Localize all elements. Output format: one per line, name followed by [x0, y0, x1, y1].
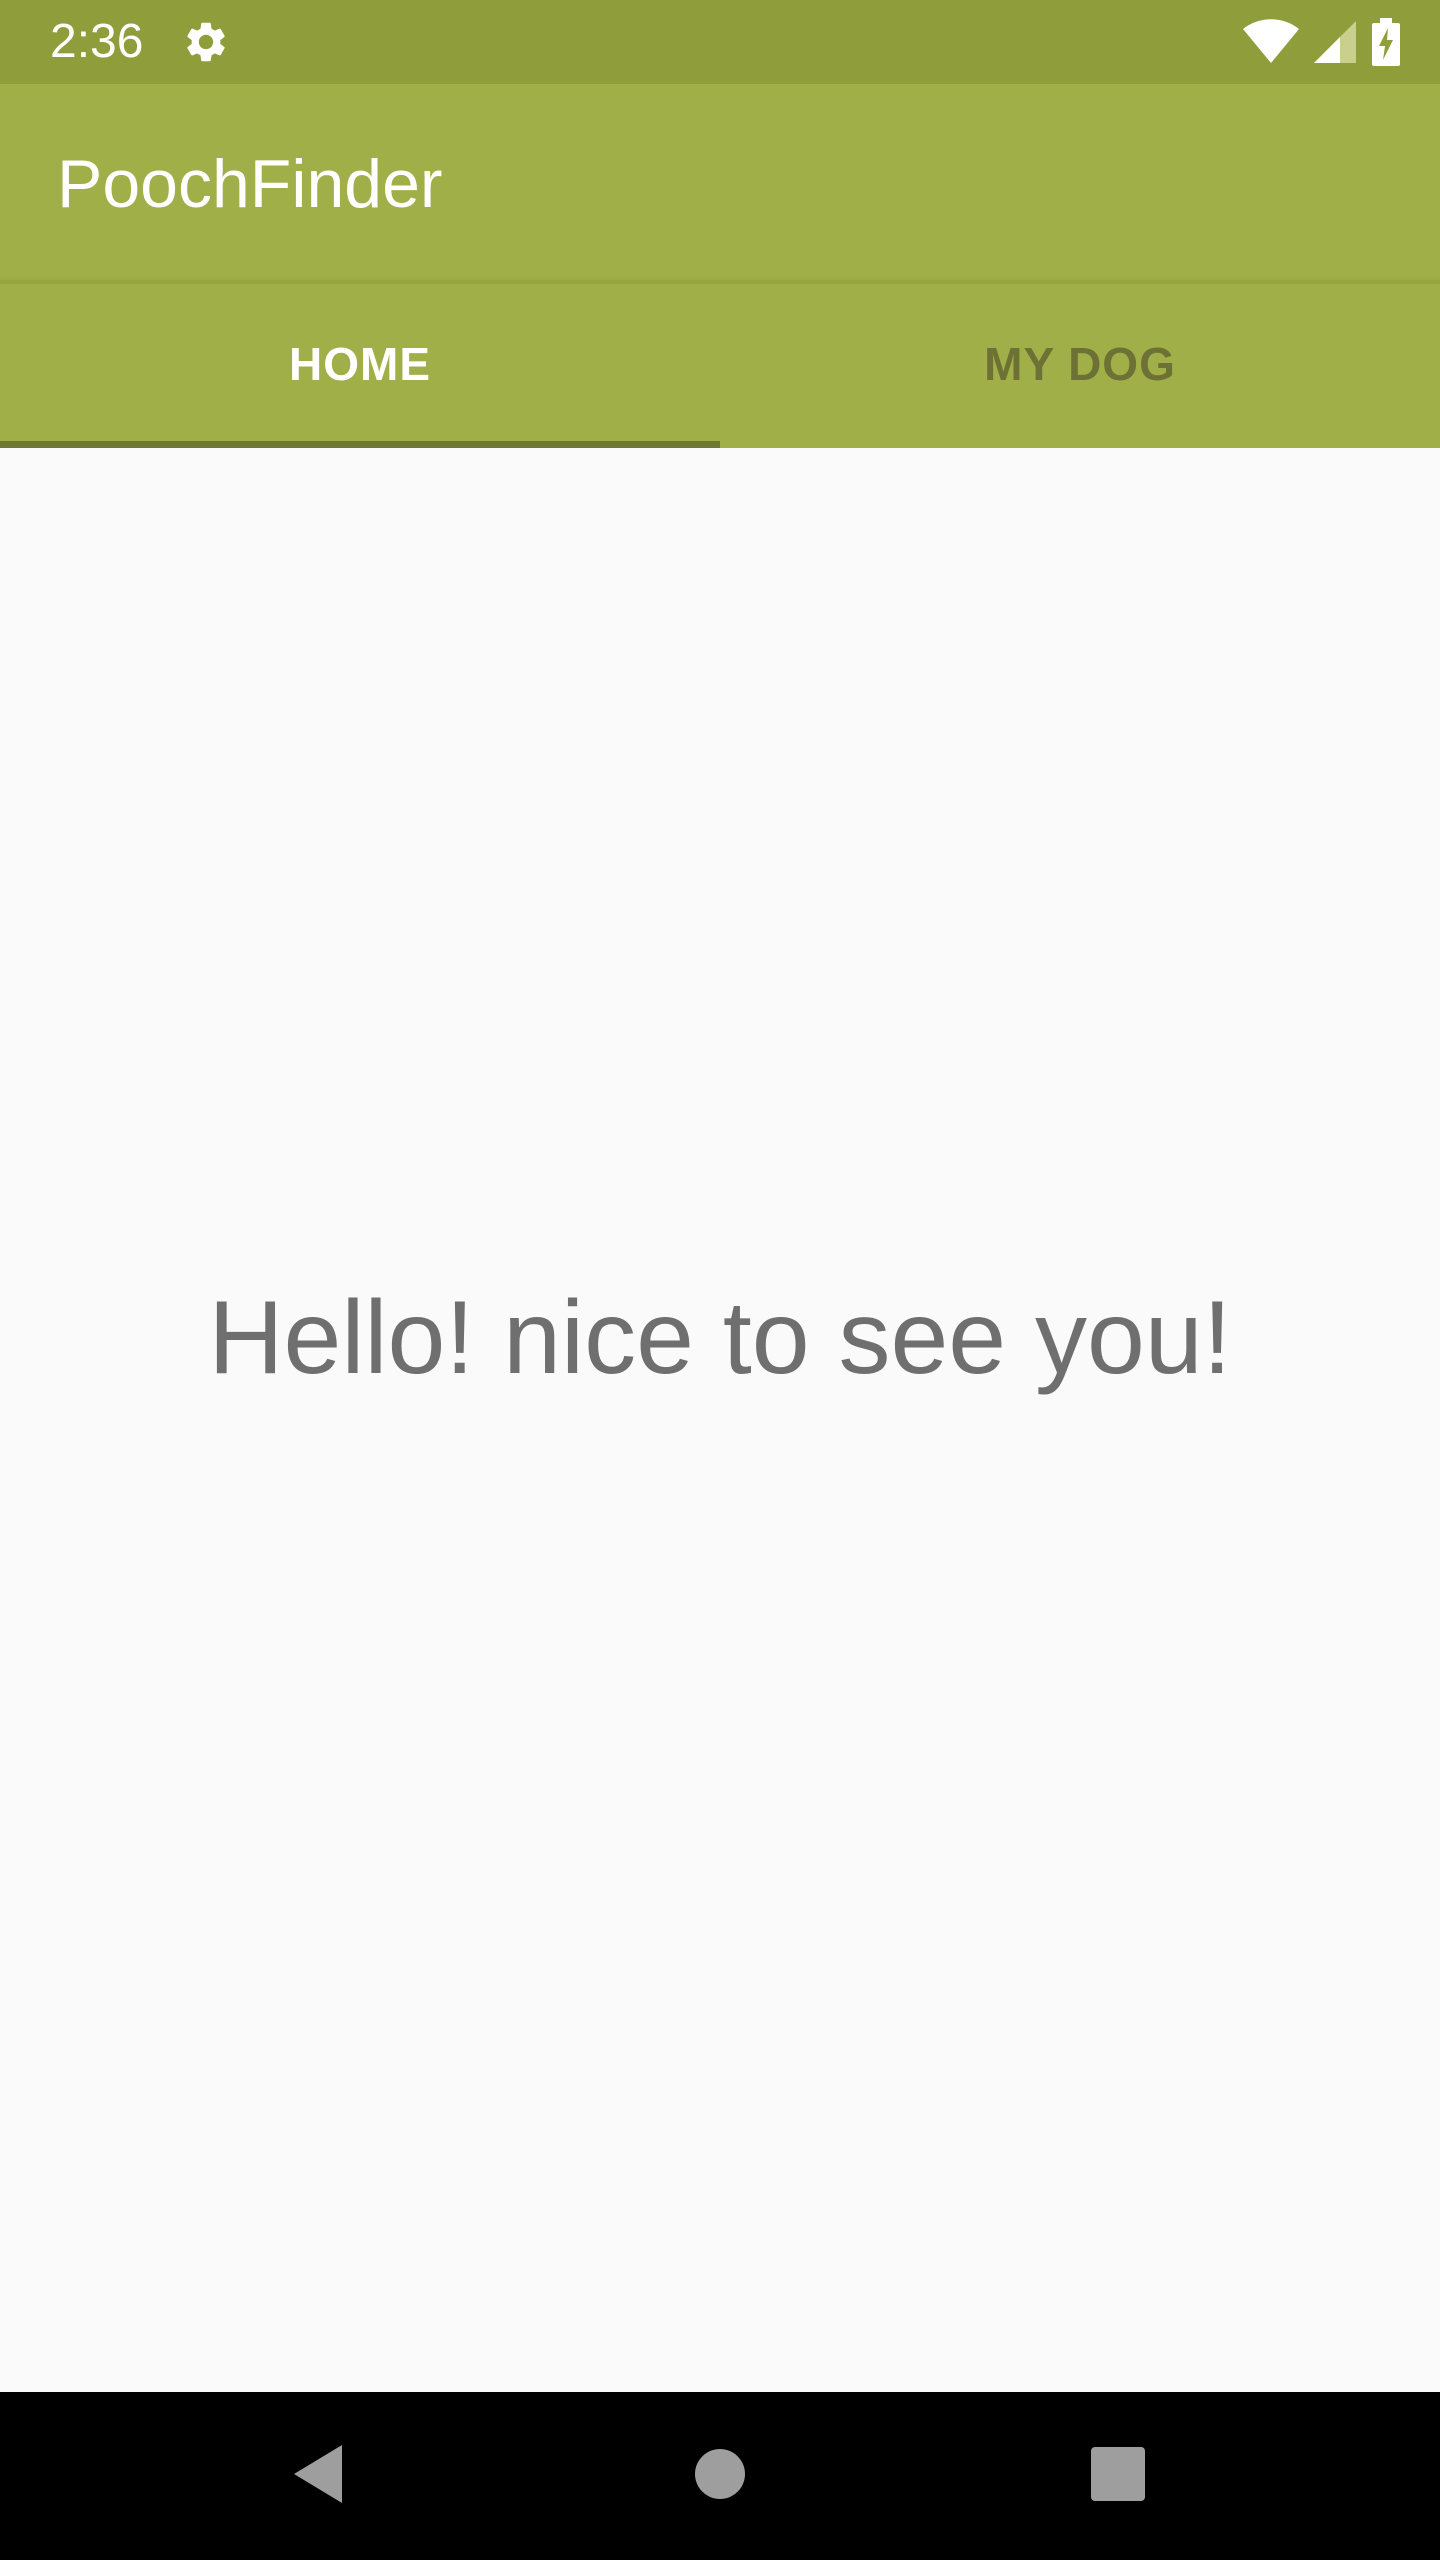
- tab-my-dog[interactable]: MY DOG: [720, 280, 1440, 448]
- app-title: PoochFinder: [57, 146, 443, 222]
- status-icons: [1242, 18, 1400, 66]
- status-bar: 2:36: [0, 0, 1440, 84]
- settings-gear-icon: [182, 18, 230, 66]
- app-bar: PoochFinder: [0, 84, 1440, 280]
- main-content: Hello! nice to see you!: [0, 448, 1440, 2392]
- cell-signal-icon: [1314, 19, 1358, 65]
- status-time: 2:36: [50, 15, 144, 68]
- tab-bar: HOME MY DOG: [0, 280, 1440, 448]
- tab-indicator: [0, 441, 720, 448]
- home-icon: [694, 2448, 746, 2505]
- screen: 2:36 PoochFinder HOME MY DOG Hello! nice…: [0, 0, 1440, 2560]
- battery-charging-icon: [1372, 18, 1400, 66]
- wifi-icon: [1242, 19, 1300, 65]
- home-button[interactable]: [678, 2434, 762, 2518]
- back-icon: [290, 2443, 346, 2510]
- recent-apps-icon: [1091, 2446, 1145, 2506]
- greeting-text: Hello! nice to see you!: [208, 1280, 1232, 1396]
- recent-apps-button[interactable]: [1076, 2434, 1160, 2518]
- tab-home[interactable]: HOME: [0, 280, 720, 448]
- tab-my-dog-label: MY DOG: [984, 338, 1176, 390]
- back-button[interactable]: [276, 2434, 360, 2518]
- navigation-bar: [0, 2392, 1440, 2560]
- tab-home-label: HOME: [289, 338, 431, 390]
